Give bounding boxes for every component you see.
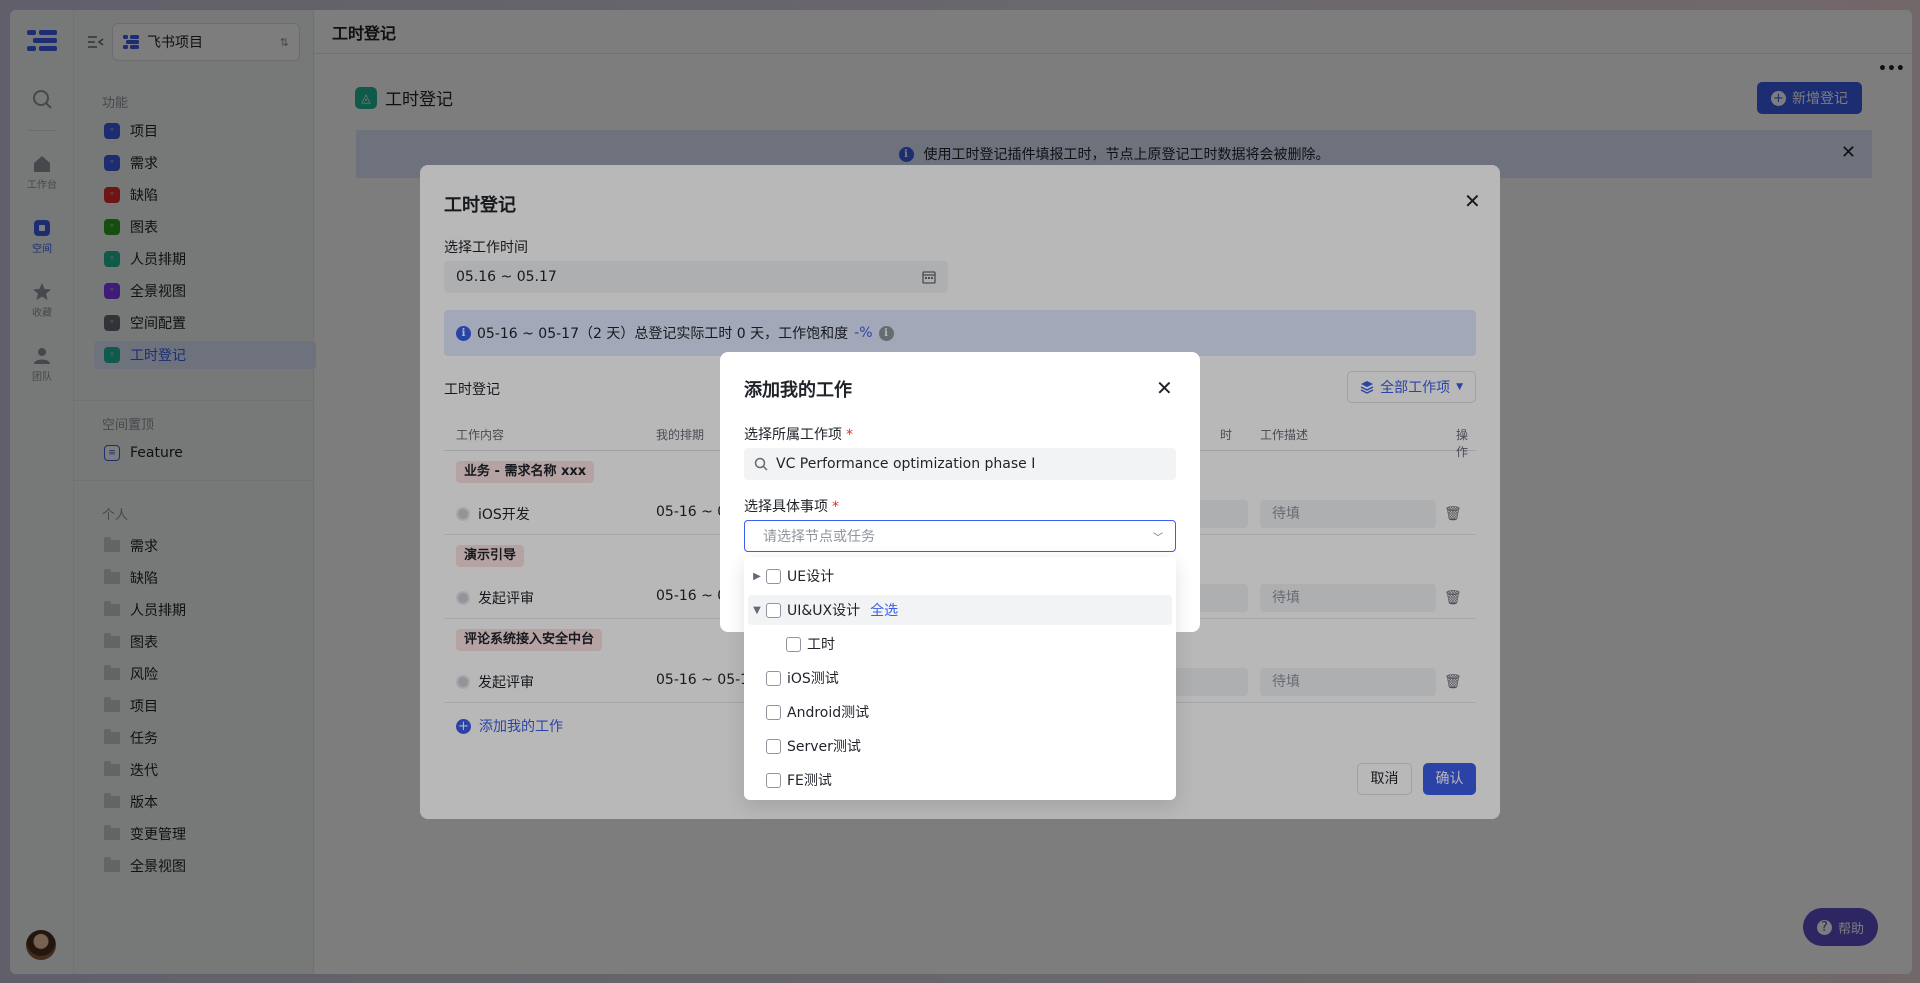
work-item-label: 选择所属工作项 *: [744, 427, 853, 443]
dialog-title: 添加我的工作: [744, 380, 852, 401]
chevron-down-icon: ﹀: [1153, 532, 1163, 544]
work-item-search[interactable]: VC Performance optimization phase I: [744, 448, 1176, 480]
option-ue-design[interactable]: ▶ UE设计: [748, 561, 1172, 591]
detail-dropdown: ▶ UE设计 ▼ UI&UX设计 全选 工时 iOS测试 Android测试 S…: [744, 557, 1176, 800]
checkbox[interactable]: [766, 772, 781, 788]
checkbox[interactable]: [766, 670, 781, 686]
select-all-link[interactable]: 全选: [870, 600, 898, 620]
option-android-test[interactable]: Android测试: [748, 697, 1172, 727]
detail-select[interactable]: 请选择节点或任务 ﹀: [744, 520, 1176, 552]
checkbox[interactable]: [786, 636, 801, 652]
search-icon: [754, 457, 768, 471]
checkbox[interactable]: [766, 738, 781, 754]
checkbox[interactable]: [766, 602, 781, 618]
checkbox[interactable]: [766, 704, 781, 720]
detail-label: 选择具体事项 *: [744, 499, 839, 515]
checkbox[interactable]: [766, 568, 781, 584]
option-hours[interactable]: 工时: [748, 629, 1172, 659]
option-server-test[interactable]: Server测试: [748, 731, 1172, 761]
collapse-arrow-icon[interactable]: ▼: [748, 605, 766, 616]
option-ios-test[interactable]: iOS测试: [748, 663, 1172, 693]
option-ui-ux-design[interactable]: ▼ UI&UX设计 全选: [748, 595, 1172, 625]
expand-arrow-icon[interactable]: ▶: [748, 571, 766, 582]
option-fe-test[interactable]: FE测试: [748, 765, 1172, 795]
close-icon[interactable]: ✕: [1156, 378, 1173, 398]
